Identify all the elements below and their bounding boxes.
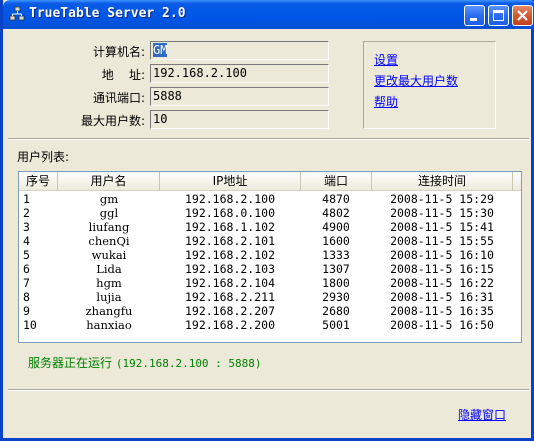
row-ip: 192.168.1.102: [184, 220, 275, 234]
row-username: ggl: [99, 206, 119, 220]
table-row[interactable]: 3 liufang 192.168.1.102 4900 2008-11-5 15:41: [19, 220, 521, 234]
settings-link[interactable]: 设置: [374, 51, 398, 68]
row-port: 1600: [322, 234, 350, 248]
port-field[interactable]: 5888: [150, 87, 329, 106]
row-ip: 192.168.2.200: [184, 318, 275, 332]
row-index: 8: [23, 290, 30, 304]
row-ip: 192.168.2.101: [184, 234, 275, 248]
separator-top: [8, 138, 529, 140]
row-username: wukai: [91, 248, 127, 262]
port-label: 通讯端口:: [92, 91, 145, 105]
row-port: 4802: [322, 206, 350, 220]
table-row[interactable]: 8 lujia 192.168.2.211 2930 2008-11-5 16:31: [19, 290, 521, 304]
column-header-connect-time[interactable]: 连接时间: [372, 172, 513, 190]
table-row[interactable]: 2 ggl 192.168.0.100 4802 2008-11-5 15:30: [19, 206, 521, 220]
row-connect-time: 2008-11-5 16:15: [390, 262, 494, 276]
row-port: 2680: [322, 304, 350, 318]
window-title: TrueTable Server 2.0: [29, 6, 186, 21]
row-username: liufang: [88, 220, 130, 234]
row-port: 4900: [322, 220, 350, 234]
server-status: 服务器正在运行 (192.168.2.100 : 5888): [28, 354, 262, 371]
column-header-username[interactable]: 用户名: [58, 172, 160, 190]
row-username: chenQi: [88, 234, 130, 248]
table-row[interactable]: 10 hanxiao 192.168.2.200 5001 2008-11-5 16:5…: [19, 318, 521, 332]
row-port: 5001: [322, 318, 350, 332]
row-index: 1: [23, 192, 30, 206]
row-username: zhangfu: [85, 304, 133, 318]
minimize-icon: [470, 18, 477, 21]
row-port: 1800: [322, 276, 350, 290]
row-connect-time: 2008-11-5 16:35: [390, 304, 494, 318]
computer-name-label: 计算机名:: [92, 45, 145, 59]
row-index: 10: [23, 318, 37, 332]
maximize-button[interactable]: [488, 5, 509, 26]
row-connect-time: 2008-11-5 15:30: [390, 206, 494, 220]
row-port: 1307: [322, 262, 350, 276]
row-index: 9: [23, 304, 30, 318]
row-index: 4: [23, 234, 30, 248]
row-index: 5: [23, 248, 30, 262]
user-list-title: 用户列表:: [17, 150, 70, 164]
row-port: 1333: [322, 248, 350, 262]
minimize-button[interactable]: [464, 5, 485, 26]
row-port: 4870: [322, 192, 350, 206]
close-icon: [517, 10, 528, 21]
column-header-ip[interactable]: IP地址: [160, 172, 301, 190]
row-connect-time: 2008-11-5 15:29: [390, 192, 494, 206]
row-index: 2: [23, 206, 30, 220]
status-text: 服务器正在运行: [28, 356, 113, 370]
row-port: 2930: [322, 290, 350, 304]
row-connect-time: 2008-11-5 15:41: [390, 220, 494, 234]
links-panel: 设置 更改最大用户数 帮助: [363, 41, 496, 129]
network-icon: [9, 6, 25, 22]
help-link[interactable]: 帮助: [374, 93, 398, 110]
row-ip: 192.168.2.104: [184, 276, 275, 290]
row-connect-time: 2008-11-5 16:22: [390, 276, 494, 290]
row-username: Lida: [96, 262, 122, 276]
maximize-icon: [493, 10, 504, 21]
column-header-index[interactable]: 序号: [19, 172, 58, 190]
table-header: 序号 用户名 IP地址 端口 连接时间: [19, 172, 521, 191]
row-connect-time: 2008-11-5 16:50: [390, 318, 494, 332]
row-connect-time: 2008-11-5 16:31: [390, 290, 494, 304]
row-connect-time: 2008-11-5 15:55: [390, 234, 494, 248]
table-row[interactable]: 7 hgm 192.168.2.104 1800 2008-11-5 16:22: [19, 276, 521, 290]
max-users-field[interactable]: 10: [150, 110, 329, 129]
hide-window-link[interactable]: 隐藏窗口: [458, 406, 506, 423]
table-row[interactable]: 1 gm 192.168.2.100 4870 2008-11-5 15:29: [19, 192, 521, 206]
separator-bottom: [8, 389, 529, 391]
table-row[interactable]: 5 wukai 192.168.2.102 1333 2008-11-5 16:10: [19, 248, 521, 262]
row-connect-time: 2008-11-5 16:10: [390, 248, 494, 262]
row-ip: 192.168.0.100: [184, 206, 275, 220]
computer-name-field[interactable]: GM: [150, 41, 329, 60]
column-header-port[interactable]: 端口: [301, 172, 372, 190]
row-index: 7: [23, 276, 30, 290]
row-index: 3: [23, 220, 30, 234]
row-ip: 192.168.2.211: [184, 290, 275, 304]
table-row[interactable]: 4 chenQi 192.168.2.101 1600 2008-11-5 15:55: [19, 234, 521, 248]
max-users-label: 最大用户数:: [80, 114, 145, 128]
close-button[interactable]: [512, 5, 533, 26]
change-max-users-link[interactable]: 更改最大用户数: [374, 72, 458, 89]
row-username: gm: [99, 192, 119, 206]
row-ip: 192.168.2.103: [184, 262, 275, 276]
status-detail: (192.168.2.100 : 5888): [115, 357, 262, 370]
title-bar[interactable]: TrueTable Server 2.0: [3, 0, 534, 29]
row-username: lujia: [96, 290, 122, 304]
computer-name-value: GM: [153, 43, 168, 57]
row-ip: 192.168.2.102: [184, 248, 275, 262]
table-row[interactable]: 9 zhangfu 192.168.2.207 2680 2008-11-5 16:35: [19, 304, 521, 318]
main-window: TrueTable Server 2.0 计算机名: GM 地 址: 192.1…: [0, 0, 534, 441]
user-list-table[interactable]: 序号 用户名 IP地址 端口 连接时间 1 gm 192.168.2.100 4870…: [18, 171, 522, 343]
address-label: 地 址:: [101, 68, 145, 82]
address-field[interactable]: 192.168.2.100: [150, 64, 329, 83]
row-username: hanxiao: [86, 318, 132, 332]
row-ip: 192.168.2.207: [184, 304, 275, 318]
row-ip: 192.168.2.100: [184, 192, 275, 206]
row-index: 6: [23, 262, 30, 276]
table-row[interactable]: 6 Lida 192.168.2.103 1307 2008-11-5 16:15: [19, 262, 521, 276]
row-username: hgm: [96, 276, 122, 290]
